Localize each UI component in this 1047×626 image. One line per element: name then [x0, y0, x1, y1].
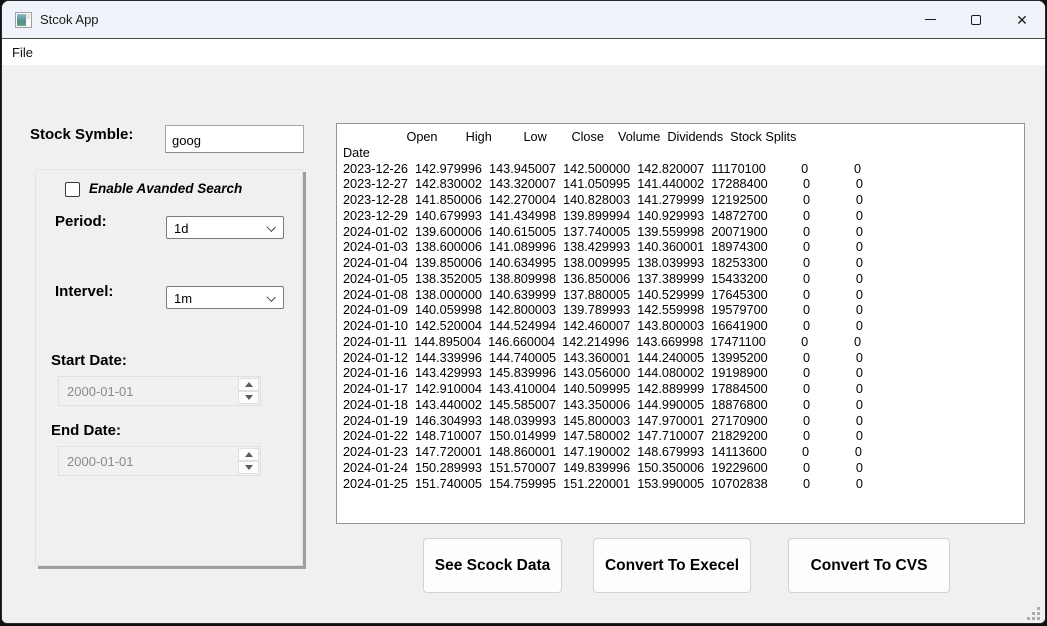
chevron-down-icon — [266, 293, 275, 302]
stock-data-text: Open High Low Close Volume Dividends Sto… — [337, 124, 1024, 492]
caption-controls: ✕ — [907, 1, 1045, 38]
spin-up-button[interactable] — [238, 448, 259, 461]
end-date-label: End Date: — [51, 422, 121, 439]
interval-combobox[interactable]: 1m — [166, 286, 284, 309]
app-image-icon — [15, 12, 32, 28]
stock-symbol-label: Stock Symble: — [30, 126, 133, 143]
interval-value: 1m — [174, 291, 192, 306]
arrow-up-icon — [245, 382, 253, 387]
arrow-down-icon — [245, 395, 253, 400]
advanced-search-frame: Enable Avanded Search Period: 1d Interve… — [35, 169, 303, 566]
stock-symbol-input[interactable]: goog — [165, 125, 304, 153]
enable-advanced-label: Enable Avanded Search — [89, 181, 242, 196]
chevron-down-icon — [266, 223, 275, 232]
menu-bar: File — [2, 38, 1045, 65]
spin-up-button[interactable] — [238, 378, 259, 391]
app-window: Stcok App ✕ File Stock Symble: goog — [1, 0, 1046, 624]
main-content: Stock Symble: goog Enable Avanded Search… — [2, 65, 1045, 623]
stock-symbol-value: goog — [172, 133, 201, 148]
period-value: 1d — [174, 221, 188, 236]
minimize-icon — [925, 19, 936, 20]
desktop-background: Stcok App ✕ File Stock Symble: goog — [0, 0, 1047, 626]
start-date-spinbox[interactable]: 2000-01-01 — [58, 376, 261, 406]
arrow-up-icon — [245, 452, 253, 457]
convert-to-csv-button[interactable]: Convert To CVS — [788, 538, 950, 593]
end-date-spin-buttons — [238, 448, 259, 474]
interval-label: Intervel: — [55, 283, 113, 300]
resize-grip[interactable] — [1027, 607, 1040, 620]
start-date-label: Start Date: — [51, 352, 127, 369]
maximize-icon — [971, 15, 981, 25]
stock-data-textarea[interactable]: Open High Low Close Volume Dividends Sto… — [336, 123, 1025, 524]
end-date-spinbox[interactable]: 2000-01-01 — [58, 446, 261, 476]
convert-to-excel-button[interactable]: Convert To Execel — [593, 538, 751, 593]
close-icon: ✕ — [1016, 13, 1028, 27]
end-date-value: 2000-01-01 — [67, 454, 134, 469]
spin-down-button[interactable] — [238, 391, 259, 404]
see-stock-data-button[interactable]: See Scock Data — [423, 538, 562, 593]
arrow-down-icon — [245, 465, 253, 470]
close-button[interactable]: ✕ — [999, 1, 1045, 38]
start-date-spin-buttons — [238, 378, 259, 404]
period-combobox[interactable]: 1d — [166, 216, 284, 239]
enable-advanced-checkbox[interactable] — [65, 182, 80, 197]
menu-file[interactable]: File — [2, 45, 43, 60]
window-title: Stcok App — [40, 12, 99, 27]
app-icon-light-area — [26, 14, 30, 19]
title-bar[interactable]: Stcok App ✕ — [2, 1, 1045, 38]
start-date-value: 2000-01-01 — [67, 384, 134, 399]
period-label: Period: — [55, 213, 107, 230]
app-icon-teal-area — [17, 14, 26, 26]
minimize-button[interactable] — [907, 1, 953, 38]
maximize-button[interactable] — [953, 1, 999, 38]
spin-down-button[interactable] — [238, 461, 259, 474]
